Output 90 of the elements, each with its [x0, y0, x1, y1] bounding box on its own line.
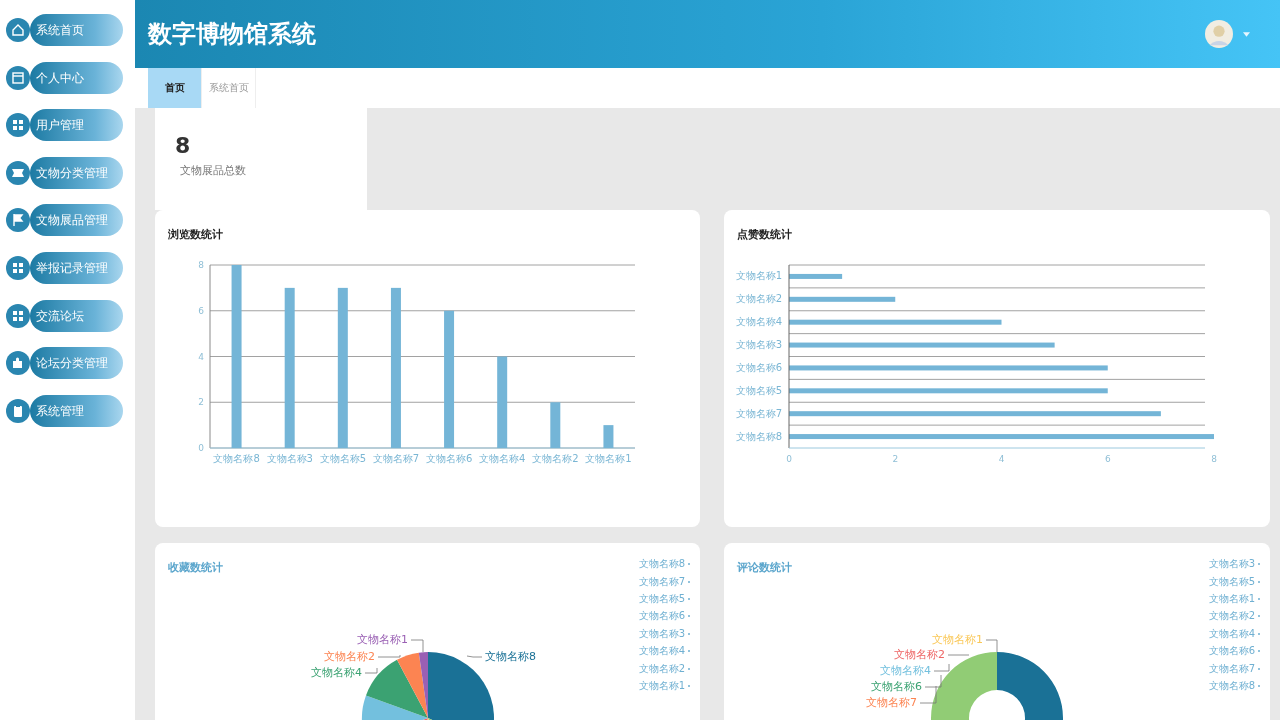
legend-label[interactable]: 文物名称5 [1208, 574, 1255, 589]
slice-label: 文物名称8 [485, 650, 536, 663]
axis-tick-label: 0 [198, 443, 204, 453]
sidebar-item[interactable]: 论坛分类管理 [30, 347, 123, 380]
stat-value: 8 [175, 134, 192, 158]
legend-label[interactable]: 文物名称3 [1208, 557, 1255, 572]
sidebar-item[interactable]: 文物展品管理 [30, 204, 123, 237]
legend-label[interactable]: 文物名称8 [1208, 678, 1255, 693]
axis-tick-label: 0 [786, 454, 792, 464]
legend-label[interactable]: 文物名称4 [1208, 626, 1255, 641]
axis-category-label: 文物名称7 [372, 453, 420, 464]
slice-label: 文物名称2 [324, 650, 375, 663]
axis-category-label: 文物名称5 [735, 384, 782, 396]
sidebar-item[interactable]: 用户管理 [30, 109, 123, 142]
axis-tick-label: 6 [198, 305, 204, 316]
sidebar-item[interactable]: 系统首页 [30, 14, 123, 46]
chart-title: 浏览数统计 [167, 227, 224, 242]
slice-label: 文物名称4 [311, 666, 362, 679]
grid-icon [6, 113, 30, 138]
axis-tick-label: 8 [1211, 454, 1217, 464]
axis-category-label: 文物名称2 [735, 293, 782, 305]
sidebar-item[interactable]: 交流论坛 [30, 299, 123, 332]
sidebar-item[interactable]: 文物分类管理 [30, 156, 123, 189]
slice-label: 文物名称1 [932, 633, 983, 646]
leader-line [985, 639, 998, 653]
legend-label[interactable]: 文物名称6 [638, 609, 685, 624]
axis-category-label: 文物名称1 [585, 453, 632, 464]
leader-line [933, 663, 950, 672]
flag-icon [6, 208, 30, 233]
axis-category-label: 文物名称5 [319, 453, 366, 464]
axis-category-label: 文物名称2 [532, 453, 579, 464]
axis-category-label: 文物名称8 [735, 430, 782, 442]
leader-line [364, 667, 378, 674]
legend-label[interactable]: 文物名称5 [638, 591, 685, 606]
legend-label[interactable]: 文物名称1 [1208, 591, 1255, 606]
slice-label: 文物名称1 [357, 633, 408, 646]
chart-title: 收藏数统计 [167, 560, 224, 575]
axis-category-label: 文物名称3 [735, 339, 782, 351]
axis-tick-label: 4 [998, 454, 1005, 464]
legend-label[interactable]: 文物名称7 [1208, 661, 1255, 676]
puzzle-icon [6, 351, 30, 376]
legend-label[interactable]: 文物名称8 [638, 557, 685, 572]
leader-line [377, 654, 401, 658]
grid-icon [6, 303, 30, 328]
caret-icon[interactable] [1243, 31, 1250, 37]
legend-label[interactable]: 文物名称7 [638, 574, 685, 589]
stat-label: 文物展品总数 [179, 164, 247, 178]
app-title: 数字博物馆系统 [148, 19, 316, 50]
axis-tick-label: 6 [1104, 454, 1111, 464]
bar [789, 273, 843, 279]
axis-category-label: 文物名称3 [266, 453, 313, 464]
axis-category-label: 文物名称7 [735, 407, 782, 419]
leader-line [466, 655, 483, 658]
legend-label[interactable]: 文物名称2 [638, 661, 685, 676]
axis-category-label: 文物名称4 [735, 316, 782, 328]
axis-tick-label: 8 [198, 260, 204, 270]
leader-line [947, 654, 970, 656]
tab[interactable]: 首页 [148, 68, 202, 108]
grid-icon [6, 255, 30, 280]
sidebar-item[interactable]: 举报记录管理 [30, 251, 123, 284]
slice-label: 文物名称4 [880, 664, 931, 677]
leader-line [924, 674, 942, 688]
window-icon [6, 65, 30, 90]
avatar-icon[interactable] [1205, 19, 1233, 49]
axis-category-label: 文物名称8 [213, 453, 260, 464]
leader-line [410, 639, 424, 653]
chart-title: 评论数统计 [736, 560, 793, 575]
chart-title: 点赞数统计 [736, 227, 793, 242]
legend-label[interactable]: 文物名称2 [1208, 609, 1255, 624]
clip-icon [6, 398, 30, 423]
axis-tick-label: 2 [198, 397, 204, 408]
axis-tick-label: 2 [892, 454, 899, 464]
legend-label[interactable]: 文物名称6 [1208, 644, 1255, 659]
axis-category-label: 文物名称6 [735, 361, 782, 373]
slice-label: 文物名称6 [871, 680, 922, 693]
axis-category-label: 文物名称4 [479, 453, 526, 464]
legend-label[interactable]: 文物名称4 [638, 644, 685, 659]
bar [550, 402, 561, 448]
legend-label[interactable]: 文物名称1 [638, 678, 685, 693]
slice-label: 文物名称7 [866, 696, 917, 709]
axis-category-label: 文物名称6 [425, 453, 473, 464]
legend-label[interactable]: 文物名称3 [638, 626, 685, 641]
ticket-icon [6, 160, 30, 185]
bar [603, 425, 614, 448]
sidebar-item[interactable]: 个人中心 [30, 61, 123, 94]
home-icon [6, 18, 30, 42]
slice-label: 文物名称2 [894, 648, 945, 661]
axis-tick-label: 4 [198, 351, 204, 362]
axis-category-label: 文物名称1 [735, 270, 782, 282]
sidebar-item[interactable]: 系统管理 [30, 394, 123, 427]
